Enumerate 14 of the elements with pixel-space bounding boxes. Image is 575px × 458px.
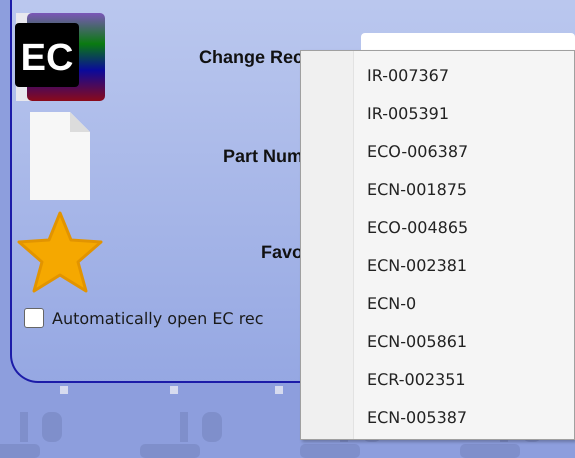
checkbox[interactable] (24, 308, 44, 328)
menu-item[interactable]: ECN-002381 (301, 247, 574, 285)
menu-item[interactable]: ECO-006387 (301, 133, 574, 171)
menu-item[interactable]: ECR-002351 (301, 361, 574, 399)
menu-item[interactable]: ECN-005387 (301, 399, 574, 437)
star-icon (16, 210, 104, 294)
menu-item[interactable]: IR-005391 (301, 95, 574, 133)
checkbox-label: Automatically open EC rec (52, 308, 264, 328)
menu-item[interactable]: ECN-005861 (301, 323, 574, 361)
menu-item[interactable]: ECO-004865 (301, 209, 574, 247)
document-icon (30, 112, 90, 200)
menu-item[interactable]: ECN-001875 (301, 171, 574, 209)
menu-item[interactable]: IR-007367 (301, 57, 574, 95)
menu-item[interactable]: ECN-0 (301, 285, 574, 323)
